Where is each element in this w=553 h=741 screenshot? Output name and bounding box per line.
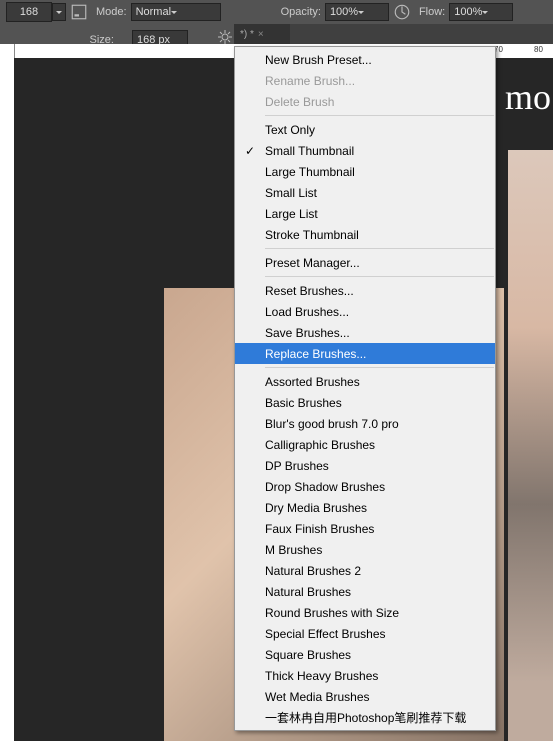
menu-item[interactable]: Large List bbox=[235, 203, 495, 224]
menu-item[interactable]: Natural Brushes bbox=[235, 581, 495, 602]
pressure-opacity-icon[interactable] bbox=[393, 3, 411, 21]
menu-item[interactable]: Special Effect Brushes bbox=[235, 623, 495, 644]
menu-item[interactable]: Replace Brushes... bbox=[235, 343, 495, 364]
mode-select[interactable]: Normal bbox=[131, 3, 221, 21]
menu-item[interactable]: Basic Brushes bbox=[235, 392, 495, 413]
toggle-panel-icon[interactable] bbox=[70, 3, 88, 21]
menu-item[interactable]: Square Brushes bbox=[235, 644, 495, 665]
mode-label: Mode: bbox=[96, 6, 127, 18]
brush-context-menu[interactable]: New Brush Preset...Rename Brush...Delete… bbox=[234, 46, 496, 731]
brush-size-dropdown[interactable] bbox=[52, 3, 66, 21]
menu-item[interactable]: Calligraphic Brushes bbox=[235, 434, 495, 455]
big-overlay-text: mo bbox=[505, 76, 551, 118]
menu-item[interactable]: Preset Manager... bbox=[235, 252, 495, 273]
menu-item[interactable]: Wet Media Brushes bbox=[235, 686, 495, 707]
menu-item[interactable]: Text Only bbox=[235, 119, 495, 140]
menu-item: Rename Brush... bbox=[235, 70, 495, 91]
menu-item[interactable]: 一套林冉自用Photoshop笔刷推荐下载 bbox=[235, 707, 495, 728]
document-tab-title: *) * bbox=[240, 29, 254, 40]
menu-item[interactable]: Load Brushes... bbox=[235, 301, 495, 322]
flow-value: 100% bbox=[454, 6, 482, 18]
menu-item[interactable]: Assorted Brushes bbox=[235, 371, 495, 392]
mode-value: Normal bbox=[136, 6, 171, 18]
menu-item[interactable]: M Brushes bbox=[235, 539, 495, 560]
menu-item[interactable]: Stroke Thumbnail bbox=[235, 224, 495, 245]
menu-item[interactable]: Large Thumbnail bbox=[235, 161, 495, 182]
canvas-image-right bbox=[508, 150, 553, 741]
menu-item[interactable]: Dry Media Brushes bbox=[235, 497, 495, 518]
menu-item[interactable]: Natural Brushes 2 bbox=[235, 560, 495, 581]
close-icon[interactable]: × bbox=[258, 29, 264, 40]
document-tab-bar: *) * × bbox=[234, 24, 553, 44]
menu-item[interactable]: Small List bbox=[235, 182, 495, 203]
menu-item[interactable]: Thick Heavy Brushes bbox=[235, 665, 495, 686]
gear-icon[interactable] bbox=[218, 30, 232, 44]
menu-item[interactable]: DP Brushes bbox=[235, 455, 495, 476]
opacity-select[interactable]: 100% bbox=[325, 3, 389, 21]
menu-item: Delete Brush bbox=[235, 91, 495, 112]
ruler-mark: 80 bbox=[534, 45, 543, 54]
menu-item[interactable]: Round Brushes with Size bbox=[235, 602, 495, 623]
menu-item[interactable]: Save Brushes... bbox=[235, 322, 495, 343]
menu-item[interactable]: Small Thumbnail bbox=[235, 140, 495, 161]
menu-item[interactable]: Blur's good brush 7.0 pro bbox=[235, 413, 495, 434]
options-bar: Mode: Normal Opacity: 100% Flow: 100% bbox=[0, 0, 553, 24]
flow-label: Flow: bbox=[419, 6, 445, 18]
menu-item[interactable]: Drop Shadow Brushes bbox=[235, 476, 495, 497]
menu-item[interactable]: Reset Brushes... bbox=[235, 280, 495, 301]
opacity-value: 100% bbox=[330, 6, 358, 18]
menu-item[interactable]: New Brush Preset... bbox=[235, 49, 495, 70]
opacity-label: Opacity: bbox=[281, 6, 321, 18]
flow-select[interactable]: 100% bbox=[449, 3, 513, 21]
menu-item[interactable]: Faux Finish Brushes bbox=[235, 518, 495, 539]
brush-size-box[interactable] bbox=[6, 2, 52, 22]
ruler-vertical[interactable] bbox=[0, 44, 15, 741]
document-tab[interactable]: *) * × bbox=[234, 24, 290, 44]
